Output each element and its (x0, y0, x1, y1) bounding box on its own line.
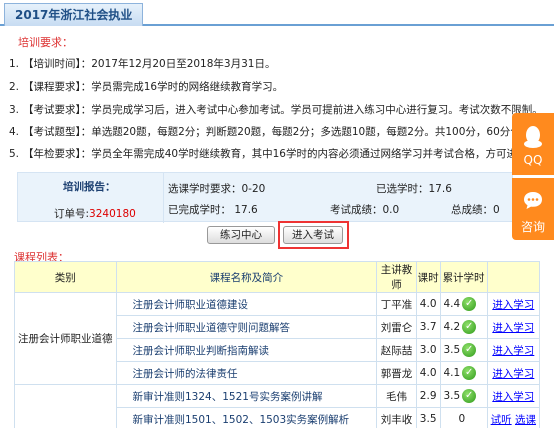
accumulated-hours: 3.5 ✓ (439, 384, 488, 408)
page-title: 2017年浙江社会执业 (4, 3, 144, 26)
qq-contact-button[interactable]: QQ (512, 113, 554, 175)
action-cell: 试听 选课 (486, 407, 541, 428)
accumulated-hours: 4.2 ✓ (439, 315, 488, 339)
hours: 3.5 (415, 407, 441, 428)
header-teacher: 主讲教师 (376, 261, 417, 293)
teacher: 刘雷仑 (376, 315, 417, 339)
table-row: 新审计准则1324、1521号实务案例讲解 毛伟 2.9 3.5 ✓ 进入学习 (14, 384, 541, 428)
start-learning-link[interactable]: 进入学习 (492, 322, 534, 334)
requirement-item: 1. 【培训时间】：2017年12月20日至2018年3月31日。 (9, 58, 276, 70)
report-title: 培训报告： (63, 181, 116, 193)
qq-penguin-icon (524, 126, 542, 148)
requirement-item: 4. 【考试题型】：单选题20题，每题2分；判断题20题，每题2分；多选题10题，… (9, 126, 542, 138)
hours: 4.0 (415, 292, 441, 316)
chat-bubble-icon (524, 192, 542, 209)
header-accumulated: 累计学时 (439, 261, 488, 293)
hours: 2.9 (415, 384, 441, 408)
hours: 3.0 (415, 338, 441, 362)
exam-score: 考试成绩：0.0 (330, 204, 400, 216)
completed-check-icon: ✓ (462, 320, 477, 334)
required-hours: 选课学时要求：0-20 (168, 183, 266, 195)
action-cell: 进入学习 (486, 361, 541, 385)
action-cell: 进入学习 (486, 315, 541, 339)
report-divider (163, 173, 164, 223)
course-table: 类别 课程名称及简介 主讲教师 课时 累计学时 注册会计师职业道德 注册会计师职… (14, 261, 541, 428)
practice-center-button[interactable]: 练习中心 (207, 226, 275, 244)
order-number: 订单号:3240180 (54, 208, 136, 220)
course-name[interactable]: 注册会计师职业判断指南解读 (115, 338, 378, 362)
hours: 4.0 (415, 361, 441, 385)
completed-check-icon: ✓ (462, 389, 477, 403)
accumulated-hours: 3.5 ✓ (439, 338, 488, 362)
teacher: 赵际喆 (376, 338, 417, 362)
hours: 3.7 (415, 315, 441, 339)
teacher: 刘丰收 (376, 407, 417, 428)
category-cell (14, 384, 117, 428)
action-cell: 进入学习 (486, 338, 541, 362)
accumulated-hours: 4.1 ✓ (439, 361, 488, 385)
course-name[interactable]: 新审计准则1501、1502、1503实务案例解析 (115, 407, 378, 428)
header-hours: 课时 (415, 261, 441, 293)
completed-hours: 已完成学时： 17.6 (168, 204, 258, 216)
consult-button[interactable]: 咨询 (512, 178, 554, 240)
completed-check-icon: ✓ (462, 343, 477, 357)
accumulated-hours: 4.4 ✓ (439, 292, 488, 316)
action-cell: 进入学习 (486, 292, 541, 316)
requirement-item: 5. 【年检要求】：学员全年需完成40学时继续教育，其中16学时的内容必须通过网络… (9, 148, 554, 160)
header-category: 类别 (14, 261, 117, 293)
header-course-name: 课程名称及简介 (115, 261, 378, 293)
teacher: 丁平准 (376, 292, 417, 316)
start-learning-link[interactable]: 进入学习 (492, 368, 534, 380)
teacher: 毛伟 (376, 384, 417, 408)
select-course-link[interactable]: 选课 (515, 414, 536, 426)
course-name[interactable]: 注册会计师职业道德建设 (115, 292, 378, 316)
start-learning-link[interactable]: 进入学习 (492, 391, 534, 403)
teacher: 郭晋龙 (376, 361, 417, 385)
course-name[interactable]: 注册会计师的法律责任 (115, 361, 378, 385)
header-actions (486, 261, 541, 293)
completed-check-icon: ✓ (462, 366, 477, 380)
title-bar: 2017年浙江社会执业 (0, 0, 554, 26)
completed-check-icon: ✓ (462, 297, 477, 311)
requirement-item: 3. 【考试要求】：学员完成学习后，进入考试中心参加考试。学员可提前进入练习中心进… (9, 104, 543, 116)
table-header-row: 类别 课程名称及简介 主讲教师 课时 累计学时 (14, 261, 541, 293)
selected-hours: 已选学时：17.6 (376, 183, 452, 195)
accumulated-hours: 0 (439, 407, 488, 428)
trial-listen-link[interactable]: 试听 (491, 414, 512, 426)
course-name[interactable]: 注册会计师职业道德守则问题解答 (115, 315, 378, 339)
total-score: 总成绩：0 (451, 204, 500, 216)
enter-exam-button[interactable]: 进入考试 (283, 226, 343, 244)
consult-label: 咨询 (520, 220, 545, 234)
training-report: 培训报告： 订单号:3240180 选课学时要求：0-20 已选学时：17.6 … (17, 172, 513, 223)
requirement-item: 2. 【课程要求】：学员需完成16学时的网络继续教育学习。 (9, 81, 284, 93)
start-learning-link[interactable]: 进入学习 (492, 299, 534, 311)
category-cell: 注册会计师职业道德 (14, 292, 117, 385)
start-learning-link[interactable]: 进入学习 (492, 345, 534, 357)
action-cell: 进入学习 (486, 384, 541, 408)
requirements-title: 培训要求： (18, 36, 73, 49)
table-row: 注册会计师职业道德 注册会计师职业道德建设 丁平准 4.0 4.4 ✓ 进入学习 (14, 292, 541, 385)
course-name[interactable]: 新审计准则1324、1521号实务案例讲解 (115, 384, 378, 408)
qq-label: QQ (523, 153, 543, 167)
